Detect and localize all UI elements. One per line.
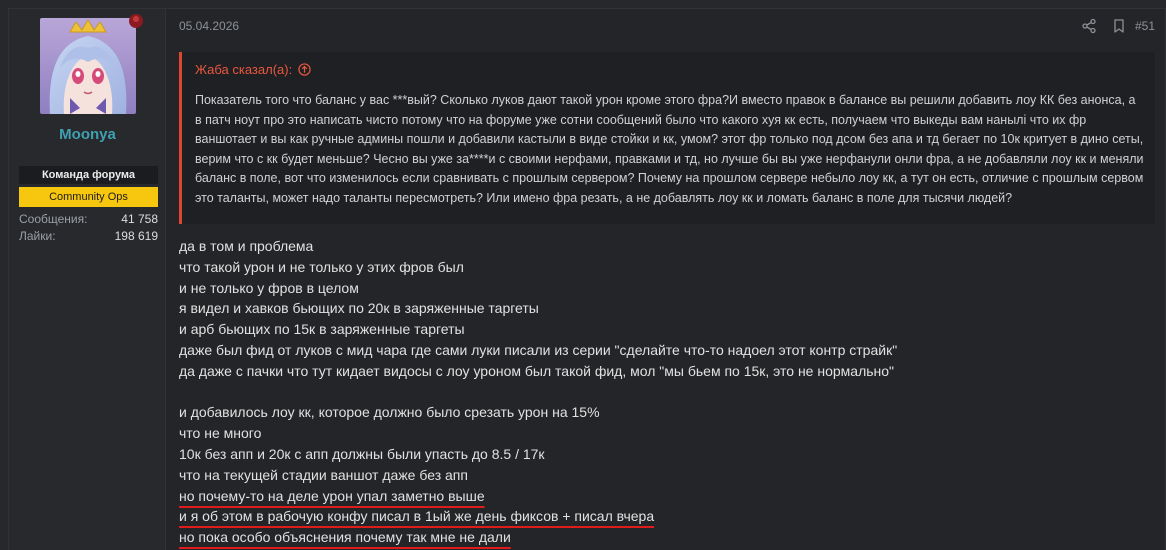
stat-label: Сообщения:: [19, 212, 88, 226]
stat-value: 198 619: [114, 229, 158, 243]
stat-label: Лайки:: [19, 229, 56, 243]
avatar[interactable]: [40, 18, 136, 114]
user-sidebar: Moonya Команда форума Community Ops Сооб…: [9, 9, 166, 550]
quote-author[interactable]: Жаба сказал(а):: [195, 62, 292, 77]
post-date[interactable]: 05.04.2026: [179, 19, 239, 33]
post-message: да в том и проблема что такой урон и не …: [179, 236, 1149, 548]
message-line: 10к без апп и 20к с апп должны были упас…: [179, 445, 545, 462]
message-line-underlined: но почему-то на деле урон упал заметно в…: [179, 487, 485, 504]
role-badge-team: Команда форума: [19, 166, 158, 184]
username[interactable]: Moonya: [9, 126, 166, 143]
message-line: и арб бьющих по 15к в заряженные таргеты: [179, 321, 465, 338]
quote-block: Жаба сказал(а): Показатель того что бала…: [179, 52, 1155, 224]
post-actions: #51: [1067, 17, 1155, 35]
message-line: я видел и хавков бьющих по 20к в заряжен…: [179, 300, 539, 317]
stat-messages: Сообщения: 41 758: [19, 211, 158, 227]
message-line: что такой урон и не только у этих фров б…: [179, 258, 464, 275]
message-line-empty: [179, 382, 1149, 403]
message-line: да даже с пачки что тут кидает видосы с …: [179, 362, 895, 379]
stat-value: 41 758: [121, 212, 158, 226]
quote-text: Показатель того что баланс у вас ***вый?…: [195, 93, 1144, 205]
stat-likes: Лайки: 198 619: [19, 228, 158, 244]
message-line: даже был фид от луков с мид чара где сам…: [179, 341, 898, 358]
message-line-underlined: но пока особо объяснения почему так мне …: [179, 529, 511, 546]
bookmark-icon[interactable]: [1111, 18, 1127, 34]
message-line: что на текущей стадии ваншот даже без ап…: [179, 466, 468, 483]
message-line-underlined: и я об этом в рабочую конфу писал в 1ый …: [179, 508, 655, 525]
arrow-up-circle-icon[interactable]: [298, 63, 311, 76]
message-line: что не много: [179, 425, 262, 442]
online-status-icon: [129, 14, 143, 28]
message-line: и не только у фров в целом: [179, 279, 359, 296]
avatar-image: [40, 18, 136, 114]
message-line: и добавилось лоу кк, которое должно было…: [179, 404, 600, 421]
role-badge-community-ops: Community Ops: [19, 187, 158, 207]
forum-post: Moonya Команда форума Community Ops Сооб…: [8, 8, 1166, 550]
quote-header[interactable]: Жаба сказал(а):: [195, 62, 311, 77]
share-icon[interactable]: [1081, 18, 1097, 34]
post-number[interactable]: #51: [1135, 19, 1155, 33]
message-line: да в том и проблема: [179, 238, 314, 254]
